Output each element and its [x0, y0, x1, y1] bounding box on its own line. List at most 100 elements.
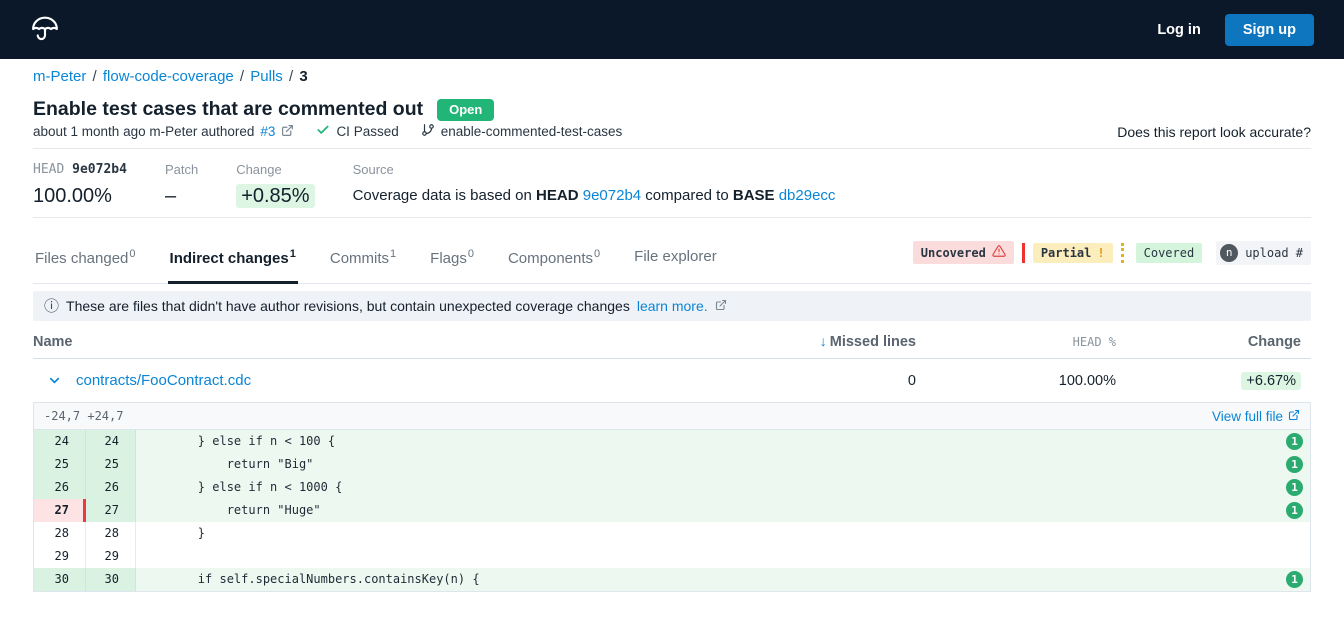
- upload-count-circle: n: [1220, 244, 1238, 262]
- git-branch-icon: [421, 123, 435, 140]
- source-head-sha-link[interactable]: 9e072b4: [583, 187, 641, 204]
- divider: [33, 217, 1311, 218]
- diff-line: 26 26 } else if n < 1000 { 1: [34, 476, 1310, 499]
- breadcrumb-separator: /: [283, 68, 300, 85]
- warning-triangle-icon: [992, 244, 1006, 261]
- authored-text: about 1 month ago m-Peter authored: [33, 124, 254, 139]
- pr-number-link[interactable]: #3: [260, 124, 275, 139]
- uncovered-bar: [1022, 243, 1025, 263]
- info-banner: ⓘ These are files that didn't have autho…: [33, 291, 1311, 321]
- code-text: } else if n < 100 {: [136, 430, 1286, 453]
- head-sha: 9e072b4: [72, 162, 127, 177]
- source-label: Source: [353, 162, 836, 178]
- head-label: HEAD: [33, 162, 64, 177]
- column-header-missed-lines[interactable]: ↓Missed lines: [756, 333, 926, 350]
- diff-viewer: -24,7 +24,7 View full file 24 24 } else …: [33, 402, 1311, 592]
- status-badge: Open: [437, 99, 494, 121]
- external-link-icon[interactable]: [281, 124, 294, 140]
- tab[interactable]: Commits1: [328, 232, 398, 284]
- diff-line: 29 29: [34, 545, 1310, 568]
- chevron-down-icon[interactable]: [47, 373, 62, 388]
- signup-button[interactable]: Sign up: [1225, 14, 1314, 46]
- upload-count-badge[interactable]: 1: [1286, 502, 1303, 519]
- diff-line: 27 27 return "Huge" 1: [34, 499, 1310, 522]
- upload-count-badge[interactable]: 1: [1286, 479, 1303, 496]
- patch-stat: Patch –: [165, 162, 198, 209]
- page-title: Enable test cases that are commented out: [33, 98, 423, 121]
- tab[interactable]: File explorer: [632, 232, 719, 284]
- source-base-sha-link[interactable]: db29ecc: [779, 187, 836, 204]
- table-body: contracts/FooContract.cdc 0 100.00% +6.6…: [33, 359, 1311, 402]
- new-line-number: 30: [86, 568, 136, 591]
- external-link-icon[interactable]: [715, 298, 727, 314]
- column-header-change[interactable]: Change: [1126, 334, 1311, 350]
- tab[interactable]: Components0: [506, 232, 602, 284]
- partial-mark: !: [1097, 246, 1104, 260]
- breadcrumb-link[interactable]: flow-code-coverage: [103, 68, 234, 85]
- ci-status: CI Passed: [336, 124, 398, 139]
- report-accuracy-link[interactable]: Does this report look accurate?: [1117, 124, 1311, 140]
- branch-name: enable-commented-test-cases: [441, 124, 623, 139]
- change-label: Change: [236, 162, 314, 178]
- old-line-number: 30: [34, 568, 86, 591]
- breadcrumb-link[interactable]: m-Peter: [33, 68, 86, 85]
- source-description: Coverage data is based on HEAD 9e072b4 c…: [353, 184, 836, 208]
- old-line-number: 26: [34, 476, 86, 499]
- learn-more-link[interactable]: learn more.: [637, 298, 708, 314]
- breadcrumb-separator: /: [234, 68, 251, 85]
- upload-count-badge[interactable]: 1: [1286, 433, 1303, 450]
- head-percent-value: 100.00%: [926, 373, 1126, 389]
- view-full-file-link[interactable]: View full file: [1212, 409, 1300, 424]
- check-icon: [316, 123, 330, 140]
- code-text: return "Big": [136, 453, 1286, 476]
- breadcrumb-current: 3: [299, 68, 307, 85]
- patch-value: –: [165, 183, 198, 209]
- head-coverage-value: 100.00%: [33, 183, 127, 209]
- upload-count-badge[interactable]: 1: [1286, 456, 1303, 473]
- source-head-word: HEAD: [536, 187, 579, 204]
- login-link[interactable]: Log in: [1157, 22, 1201, 38]
- upload-count-badge[interactable]: 1: [1286, 571, 1303, 588]
- top-navbar: Log in Sign up: [0, 0, 1344, 59]
- column-header-name[interactable]: Name: [33, 334, 756, 350]
- legend-upload-group: n upload #: [1216, 241, 1311, 265]
- codecov-logo-icon[interactable]: [30, 15, 60, 45]
- new-line-number: 26: [86, 476, 136, 499]
- legend-uncovered-label: Uncovered: [921, 246, 986, 260]
- missed-lines-value: 0: [756, 373, 926, 389]
- source-base-word: BASE: [733, 187, 775, 204]
- info-icon: ⓘ: [44, 299, 59, 314]
- new-line-number: 25: [86, 453, 136, 476]
- tab[interactable]: Files changed0: [33, 232, 138, 284]
- tab[interactable]: Indirect changes1: [168, 232, 298, 284]
- column-header-head-percent[interactable]: HEAD %: [926, 335, 1126, 349]
- source-text-1: Coverage data is based on: [353, 187, 536, 204]
- legend-uncovered-chip: Uncovered: [913, 241, 1014, 264]
- code-text: } else if n < 1000 {: [136, 476, 1286, 499]
- old-line-number: 25: [34, 453, 86, 476]
- tab[interactable]: Flags0: [428, 232, 476, 284]
- table-header: Name ↓Missed lines HEAD % Change: [33, 321, 1311, 359]
- patch-label: Patch: [165, 162, 198, 178]
- file-name-link[interactable]: contracts/FooContract.cdc: [76, 372, 251, 389]
- breadcrumb-link[interactable]: Pulls: [250, 68, 283, 85]
- change-value: +6.67%: [1126, 373, 1311, 389]
- coverage-legend: Uncovered Partial ! Covered n upload #: [913, 241, 1311, 265]
- head-coverage-stat: HEAD 9e072b4 100.00%: [33, 162, 127, 209]
- code-text: [136, 545, 1286, 568]
- legend-covered-chip: Covered: [1136, 243, 1203, 263]
- old-line-number: 29: [34, 545, 86, 568]
- diff-line: 25 25 return "Big" 1: [34, 453, 1310, 476]
- change-value: +0.85%: [236, 184, 314, 208]
- source-text-2: compared to: [641, 187, 733, 204]
- diff-line: 24 24 } else if n < 100 { 1: [34, 430, 1310, 453]
- external-link-icon: [1288, 409, 1300, 424]
- upload-label: upload #: [1245, 246, 1303, 260]
- diff-line: 28 28 }: [34, 522, 1310, 545]
- legend-partial-label: Partial: [1041, 246, 1092, 260]
- banner-text: These are files that didn't have author …: [66, 298, 630, 314]
- code-text: return "Huge": [136, 499, 1286, 522]
- old-line-number: 27: [34, 499, 86, 522]
- partial-bar: [1121, 243, 1124, 263]
- diff-lines: 24 24 } else if n < 100 { 1 25 25 return…: [34, 430, 1310, 591]
